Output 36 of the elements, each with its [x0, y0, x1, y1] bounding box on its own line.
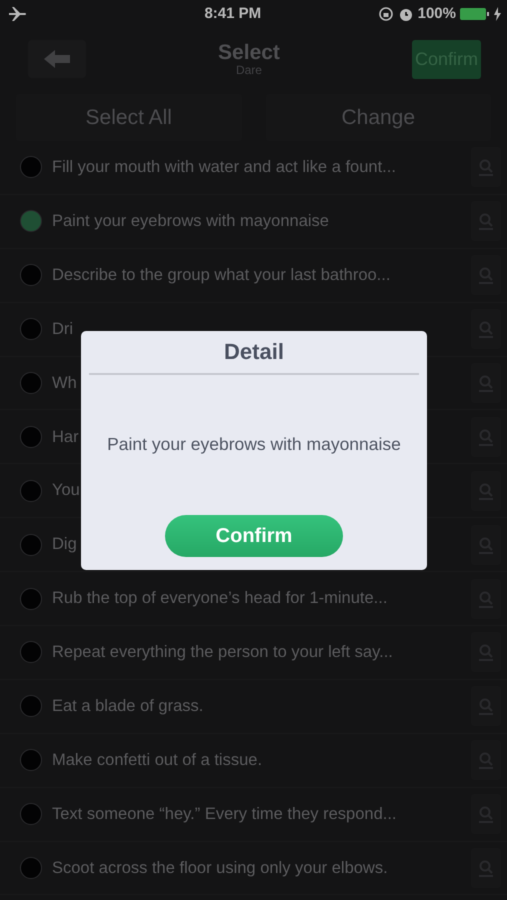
radio-button[interactable]: [20, 426, 42, 448]
dare-text: Eat a blade of grass.: [52, 696, 204, 717]
radio-button[interactable]: [20, 210, 42, 232]
dare-text: You: [52, 480, 80, 502]
dialog-title: Detail: [223, 338, 285, 366]
dialog-message: Paint your eyebrows with mayonnaise: [106, 433, 402, 456]
battery-percent: 100%: [418, 4, 456, 24]
radio-button[interactable]: [20, 534, 42, 556]
radio-button[interactable]: [20, 156, 42, 178]
radio-button[interactable]: [20, 695, 42, 718]
dare-text: Rub the top of everyone’s head for 1-minute...: [52, 588, 388, 610]
radio-button[interactable]: [20, 803, 42, 826]
dare-text: Make confetti out of a tissue.: [52, 750, 262, 771]
dare-text: Dig: [52, 534, 77, 556]
dialog-confirm-button[interactable]: Confirm: [165, 515, 343, 558]
dare-text: Text someone “hey.” Every time they respond...: [52, 804, 397, 825]
screen-title: Select: [218, 40, 280, 64]
status-time: 8:41 PM: [204, 4, 262, 24]
dare-text: Har: [52, 426, 79, 448]
dare-text: Dri: [52, 318, 74, 340]
radio-button[interactable]: [20, 588, 42, 610]
radio-button[interactable]: [20, 318, 42, 340]
dare-text: Repeat everything the person to your left say...: [52, 642, 393, 664]
dare-text: Scoot across the floor using only your elbows.: [52, 858, 388, 879]
radio-button[interactable]: [20, 480, 42, 502]
radio-button[interactable]: [20, 264, 42, 286]
radio-button[interactable]: [20, 857, 42, 880]
back-button[interactable]: [28, 40, 86, 78]
dare-text: Describe to the group what your last bathroo...: [52, 264, 390, 286]
radio-button[interactable]: [20, 372, 42, 394]
radio-button[interactable]: [20, 749, 42, 772]
back-arrow-icon: [44, 50, 70, 68]
dare-text: Wh: [52, 372, 77, 394]
radio-button[interactable]: [20, 641, 42, 664]
dare-text: Paint your eyebrows with mayonnaise: [52, 210, 329, 232]
dare-text: Fill your mouth with water and act like a fount...: [52, 157, 396, 178]
